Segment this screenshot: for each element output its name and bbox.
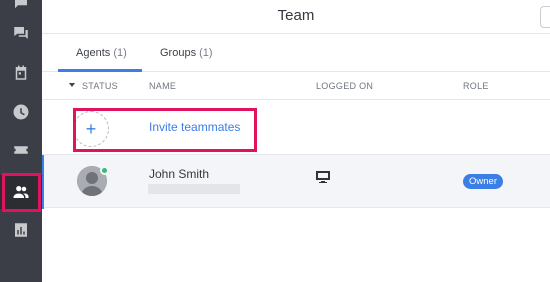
invite-highlight-frame [73,108,257,152]
sidebar [0,0,42,282]
page-title: Team [277,7,315,24]
sort-caret-icon[interactable] [69,83,75,87]
users-highlight-frame [2,173,41,212]
tickets-icon[interactable] [0,56,42,90]
tab-groups-count: (1) [199,47,213,59]
member-email-redacted [148,184,240,194]
tab-agents-count: (1) [113,47,127,59]
table-row[interactable]: John Smith Owner [42,154,550,209]
online-status-dot [100,166,109,175]
history-clock-icon[interactable] [0,95,42,129]
column-role[interactable]: ROLE [463,81,489,91]
column-name[interactable]: NAME [149,81,176,91]
tab-agents[interactable]: Agents (1) [76,47,127,59]
member-name[interactable]: John Smith [149,167,209,181]
tab-groups[interactable]: Groups (1) [160,47,213,59]
row-selected-accent [42,155,44,209]
app-root: Team Agents (1) Groups (1) STATUS NAME L… [0,0,550,282]
chats-icon[interactable] [0,16,42,50]
desktop-monitor-icon [315,170,331,184]
tab-groups-label: Groups [160,47,197,59]
archive-ticket-icon[interactable] [0,133,42,167]
top-header: Team [42,0,550,34]
column-logged-on[interactable]: LOGGED ON [316,81,373,91]
table-header: STATUS NAME LOGGED ON ROLE [42,72,550,100]
tab-bar: Agents (1) Groups (1) [42,34,550,72]
column-status[interactable]: STATUS [82,81,118,91]
reports-chart-icon[interactable] [0,213,42,247]
header-action-button[interactable] [540,6,550,28]
role-badge: Owner [463,174,503,189]
tab-agents-label: Agents [76,47,111,59]
